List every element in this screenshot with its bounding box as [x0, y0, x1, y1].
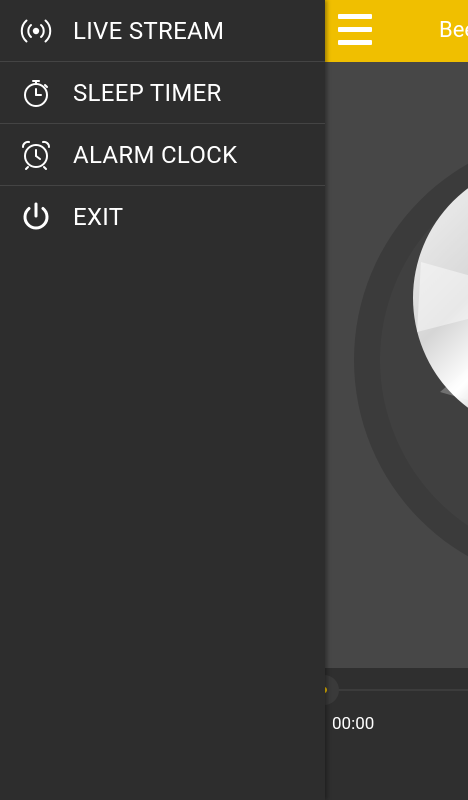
navigation-drawer: LIVE STREAM SLEEP TIMER ALARM CLOCK EXIT: [0, 0, 325, 800]
app-title: Bee: [439, 18, 468, 43]
menu-label-alarm-clock: ALARM CLOCK: [73, 141, 238, 169]
player-controls: 00:00: [309, 668, 468, 800]
menu-label-exit: EXIT: [73, 203, 124, 231]
radio-broadcast-icon: [20, 15, 52, 47]
app-bar: Bee: [325, 0, 468, 62]
elapsed-time: 00:00: [332, 714, 375, 734]
seek-bar[interactable]: [325, 689, 468, 691]
app-root: Bee: [0, 0, 468, 800]
menu-item-exit[interactable]: EXIT: [0, 186, 325, 247]
album-art-area: [325, 62, 468, 668]
alarm-clock-icon: [20, 139, 52, 171]
menu-label-live-stream: LIVE STREAM: [73, 17, 225, 45]
hamburger-menu-icon[interactable]: [338, 14, 372, 46]
stopwatch-icon: [20, 77, 52, 109]
menu-item-alarm-clock[interactable]: ALARM CLOCK: [0, 124, 325, 186]
power-icon: [20, 201, 52, 233]
menu-item-sleep-timer[interactable]: SLEEP TIMER: [0, 62, 325, 124]
menu-item-live-stream[interactable]: LIVE STREAM: [0, 0, 325, 62]
menu-label-sleep-timer: SLEEP TIMER: [73, 79, 222, 107]
vinyl-disc-artwork: [354, 163, 468, 557]
